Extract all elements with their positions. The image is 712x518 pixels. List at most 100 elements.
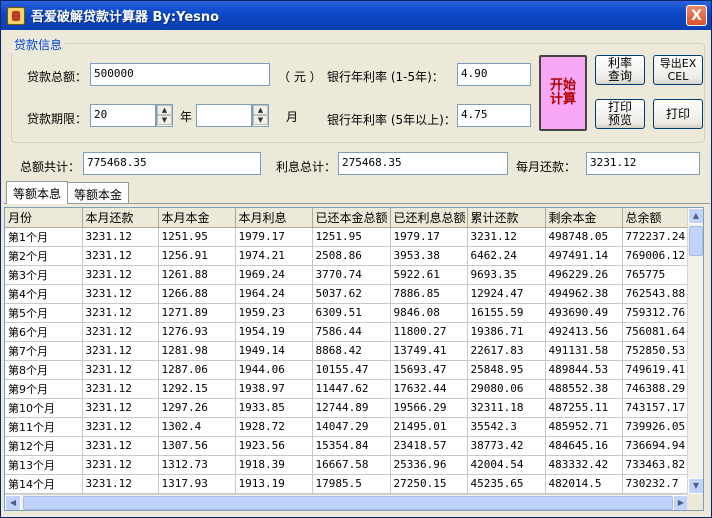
table-cell[interactable]: 485952.71 <box>545 417 623 437</box>
table-cell[interactable]: 1256.91 <box>158 246 236 266</box>
loan-total-input[interactable]: 500000 <box>90 63 270 86</box>
table-cell[interactable]: 1287.06 <box>158 360 236 380</box>
table-row[interactable]: 第7个月 3231.12 1281.98 1949.14 8868.42 13749.41… <box>5 341 690 361</box>
table-cell[interactable]: 9693.35 <box>467 265 546 285</box>
column-header[interactable]: 剩余本金 <box>545 208 623 228</box>
table-cell[interactable]: 27250.15 <box>390 474 468 494</box>
column-header[interactable]: 本月本金 <box>158 208 236 228</box>
column-header[interactable]: 已还本金总额 <box>312 208 391 228</box>
month-cell[interactable]: 第3个月 <box>5 265 83 285</box>
table-row[interactable]: 第10个月 3231.12 1297.26 1933.85 12744.89 19566.… <box>5 398 690 418</box>
column-header[interactable]: 月份 <box>5 208 83 228</box>
table-cell[interactable]: 16667.58 <box>312 455 391 475</box>
table-row[interactable]: 第1个月 3231.12 1251.95 1979.17 1251.95 1979.17 3… <box>5 227 690 247</box>
spin-up-icon[interactable]: ▲ <box>157 105 172 115</box>
term-months-spinner[interactable]: ▲ ▼ <box>252 104 269 127</box>
table-cell[interactable]: 491131.58 <box>545 341 623 361</box>
table-cell[interactable]: 1312.73 <box>158 455 236 475</box>
table-cell[interactable]: 1944.06 <box>235 360 313 380</box>
table-cell[interactable]: 3231.12 <box>82 265 159 285</box>
table-cell[interactable]: 22617.83 <box>467 341 546 361</box>
rate-long-input[interactable]: 4.75 <box>457 104 531 127</box>
table-cell[interactable]: 32311.18 <box>467 398 546 418</box>
table-cell[interactable]: 749619.41 <box>622 360 690 380</box>
table-cell[interactable]: 1281.98 <box>158 341 236 361</box>
table-row[interactable]: 第2个月 3231.12 1256.91 1974.21 2508.86 3953.38 6… <box>5 246 690 266</box>
table-cell[interactable]: 752850.53 <box>622 341 690 361</box>
table-cell[interactable]: 3231.12 <box>82 436 159 456</box>
table-cell[interactable]: 3231.12 <box>82 379 159 399</box>
table-cell[interactable]: 6309.51 <box>312 303 391 323</box>
table-cell[interactable]: 1251.95 <box>312 227 391 247</box>
table-cell[interactable]: 7886.85 <box>390 284 468 304</box>
table-cell[interactable]: 17632.44 <box>390 379 468 399</box>
table-cell[interactable]: 1276.93 <box>158 322 236 342</box>
horizontal-scrollbar[interactable]: ◀ ▶ <box>5 494 689 510</box>
table-cell[interactable]: 15354.84 <box>312 436 391 456</box>
table-cell[interactable]: 1297.26 <box>158 398 236 418</box>
table-row[interactable]: 第9个月 3231.12 1292.15 1938.97 11447.62 17632.4… <box>5 379 690 399</box>
month-cell[interactable]: 第8个月 <box>5 360 83 380</box>
column-header[interactable]: 本月还款 <box>82 208 159 228</box>
table-cell[interactable]: 484645.16 <box>545 436 623 456</box>
table-cell[interactable]: 1933.85 <box>235 398 313 418</box>
vertical-scrollbar[interactable]: ▲ ▼ <box>687 208 703 494</box>
table-cell[interactable]: 1979.17 <box>390 227 468 247</box>
table-cell[interactable]: 45235.65 <box>467 474 546 494</box>
table-cell[interactable]: 1251.95 <box>158 227 236 247</box>
table-cell[interactable]: 494962.38 <box>545 284 623 304</box>
term-months-input[interactable] <box>196 104 252 127</box>
table-cell[interactable]: 3231.12 <box>82 417 159 437</box>
month-cell[interactable]: 第12个月 <box>5 436 83 456</box>
table-row[interactable]: 第8个月 3231.12 1287.06 1944.06 10155.47 15693.4… <box>5 360 690 380</box>
scroll-down-icon[interactable]: ▼ <box>688 478 703 494</box>
table-cell[interactable]: 498748.05 <box>545 227 623 247</box>
table-cell[interactable]: 759312.76 <box>622 303 690 323</box>
rate-query-button[interactable]: 利率查询 <box>595 55 645 85</box>
table-cell[interactable]: 19386.71 <box>467 322 546 342</box>
table-cell[interactable]: 483332.42 <box>545 455 623 475</box>
table-cell[interactable]: 3231.12 <box>82 474 159 494</box>
start-calculate-button[interactable]: 开始计算 <box>539 55 587 131</box>
table-row[interactable]: 第6个月 3231.12 1276.93 1954.19 7586.44 11800.27… <box>5 322 690 342</box>
table-cell[interactable]: 1938.97 <box>235 379 313 399</box>
table-cell[interactable]: 12924.47 <box>467 284 546 304</box>
table-cell[interactable]: 29080.06 <box>467 379 546 399</box>
column-header[interactable]: 本月利息 <box>235 208 313 228</box>
table-cell[interactable]: 15693.47 <box>390 360 468 380</box>
table-cell[interactable]: 38773.42 <box>467 436 546 456</box>
table-cell[interactable]: 6462.24 <box>467 246 546 266</box>
tab-equal-installment[interactable]: 等额本息 <box>6 181 69 204</box>
month-cell[interactable]: 第13个月 <box>5 455 83 475</box>
table-cell[interactable]: 1954.19 <box>235 322 313 342</box>
month-cell[interactable]: 第6个月 <box>5 322 83 342</box>
table-cell[interactable]: 489844.53 <box>545 360 623 380</box>
table-cell[interactable]: 1307.56 <box>158 436 236 456</box>
table-cell[interactable]: 23418.57 <box>390 436 468 456</box>
table-cell[interactable]: 1913.19 <box>235 474 313 494</box>
table-cell[interactable]: 9846.08 <box>390 303 468 323</box>
table-cell[interactable]: 1949.14 <box>235 341 313 361</box>
table-cell[interactable]: 482014.5 <box>545 474 623 494</box>
table-cell[interactable]: 1974.21 <box>235 246 313 266</box>
month-cell[interactable]: 第9个月 <box>5 379 83 399</box>
term-years-spinner[interactable]: ▲ ▼ <box>156 104 173 127</box>
table-cell[interactable]: 1292.15 <box>158 379 236 399</box>
table-cell[interactable]: 1964.24 <box>235 284 313 304</box>
close-button[interactable]: X <box>686 5 707 26</box>
export-excel-button[interactable]: 导出EXCEL <box>653 55 703 85</box>
table-cell[interactable]: 746388.29 <box>622 379 690 399</box>
table-cell[interactable]: 1266.88 <box>158 284 236 304</box>
table-cell[interactable]: 492413.56 <box>545 322 623 342</box>
month-cell[interactable]: 第11个月 <box>5 417 83 437</box>
column-header[interactable]: 总余额 <box>622 208 690 228</box>
table-cell[interactable]: 11800.27 <box>390 322 468 342</box>
table-cell[interactable]: 11447.62 <box>312 379 391 399</box>
table-cell[interactable]: 19566.29 <box>390 398 468 418</box>
table-cell[interactable]: 765775 <box>622 265 690 285</box>
table-cell[interactable]: 769006.12 <box>622 246 690 266</box>
table-cell[interactable]: 25848.95 <box>467 360 546 380</box>
month-cell[interactable]: 第5个月 <box>5 303 83 323</box>
table-cell[interactable]: 1302.4 <box>158 417 236 437</box>
table-cell[interactable]: 3953.38 <box>390 246 468 266</box>
